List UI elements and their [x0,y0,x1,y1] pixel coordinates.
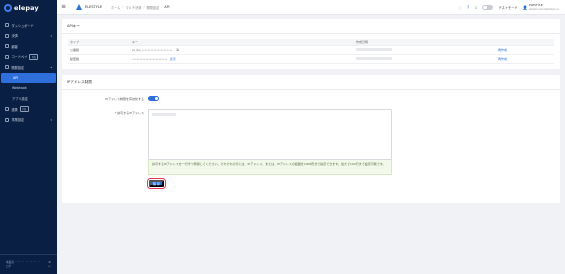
help-icon[interactable]: ? [467,5,469,10]
header-actions: ◌ ? ⇩ テストモード 👤 ELESTYLE elestyle-xxxxx@e… [458,3,561,12]
allowed-ip-textarea[interactable] [148,109,392,160]
footer-line: ログ [6,264,12,268]
menu-icon[interactable]: ≡ [61,4,66,10]
allowed-ip-label: * 許可するIPアドレス [114,111,144,115]
blurred-value [356,48,392,51]
column-header: タイプ [70,39,80,44]
sidebar-item-label: 顧客 [11,44,18,49]
api-key-table: タイプ キー 作成日時 公開鍵 pk_live_••••••••••••••••… [68,39,554,64]
save-button[interactable]: 保 存 [149,180,164,187]
sidebar-item-business-settings[interactable]: 事業設定 ▾ [0,115,57,126]
sidebar-item-developer[interactable]: 開発設定 ▴ [0,62,57,73]
breadcrumb-separator: / [143,5,145,9]
blurred-value [152,112,176,116]
download-icon[interactable]: ⇩ [474,5,477,10]
breadcrumb-current: API [164,5,170,9]
sidebar-item-label: Webhook [12,86,27,91]
breadcrumb-separator: / [122,5,124,9]
column-header: 作成日時 [356,39,369,44]
key-value: •••••••••••••••••••••••• [132,56,168,61]
ip-restriction-switch[interactable] [148,96,159,101]
integration-icon [5,107,9,112]
beta-badge: β版 [19,106,29,113]
sidebar-item-app-settings[interactable]: アプリ設定 [0,94,57,105]
business-settings-icon [5,117,9,122]
sidebar-item-label: ダッシュボード [11,23,34,28]
key-type: 公開鍵 [70,47,80,52]
regenerate-link[interactable]: 再作成 [498,48,507,52]
user-info: ELESTYLE elestyle-xxxxx@elestyle.xx... [529,4,561,11]
sidebar-item-label: API [13,75,19,80]
sidebar-item-label: コードペイ [11,55,28,60]
copy-icon[interactable]: ⧉ [176,48,179,52]
sidebar-nav: ダッシュボード 決済 ▾ 顧客 コードペイ β版 開発設定 ▴ API Webh… [0,20,57,125]
key-value-cell: •••••••••••••••••••••••• 表示 [132,57,176,61]
ip-restriction-card: IPアドレス制限 IPアドレス制限を有効化する * 許可するIPアドレス 許可す… [62,75,560,203]
sidebar-item-label: 連携 [11,107,18,112]
card-divider [62,33,560,34]
sidebar: elepay ダッシュボード 決済 ▾ 顧客 コードペイ β版 開発設定 ▴ A… [0,0,57,274]
regenerate-link[interactable]: 再作成 [498,57,507,61]
sidebar-item-label: 開発設定 [11,65,25,70]
card-divider [62,89,560,90]
card-title: IPアドレス制限 [67,80,92,84]
notification-icon[interactable]: ◌ [458,5,462,10]
column-header: キー [132,39,139,44]
key-value: pk_live_••••••••••••••••••••• [132,47,173,52]
logo-text: elepay [14,4,39,12]
elepay-logo[interactable]: elepay [4,3,39,13]
api-key-card: APIキー タイプ キー 作成日時 公開鍵 pk_live_••••••••••… [62,19,560,69]
show-key-link[interactable]: 表示 [170,57,176,61]
sidebar-item-customer[interactable]: 顧客 [0,41,57,52]
table-row: 公開鍵 pk_live_••••••••••••••••••••• ⧉ 再作成 [68,46,554,55]
breadcrumb-separator: / [161,5,163,9]
breadcrumb-item[interactable]: マルチ決済 [126,5,142,10]
user-icon: 👤 [522,4,528,10]
payment-icon [5,33,9,38]
sidebar-item-label: アプリ設定 [12,97,28,102]
footer-line: 事業者 ・・・・・・・・・・ [6,261,41,264]
logout-icon[interactable]: ↩ [48,264,51,268]
test-mode-toggle[interactable] [482,5,494,10]
sidebar-item-label: 決済 [11,34,18,39]
enable-ip-restriction-label: IPアドレス制限を有効化する [105,97,144,101]
sidebar-item-integration[interactable]: 連携 β版 [0,104,57,115]
sidebar-item-payment[interactable]: 決済 ▾ [0,31,57,42]
developer-icon [5,65,9,70]
ip-help-note: 許可するIPアドレスを一行ずつ登録してください。それぞれの行には、IPアドレス、… [148,160,392,175]
elepay-logo-mark [4,4,12,12]
sidebar-item-label: 事業設定 [11,118,25,123]
test-mode-label: テストモード [498,6,518,10]
dashboard-icon [5,23,9,28]
key-type: 秘密鍵 [70,56,80,61]
chevron-down-icon: ▾ [50,117,52,122]
breadcrumb-item[interactable]: ホーム [111,5,120,10]
sidebar-item-dashboard[interactable]: ダッシュボード [0,20,57,31]
chevron-down-icon: ▾ [50,33,52,38]
blurred-value [356,57,392,60]
breadcrumb: ホーム / マルチ決済 / 開発設定 / API [111,5,169,10]
key-value-cell: pk_live_••••••••••••••••••••• ⧉ [132,48,179,52]
customer-icon [5,44,9,49]
sidebar-item-api[interactable]: API [1,72,56,83]
sidebar-item-webhook[interactable]: Webhook [0,83,57,94]
footer-icons: ⚙ ↩ [48,260,51,268]
merchant-logo-icon [76,4,83,10]
sidebar-item-codepay[interactable]: コードペイ β版 [0,52,57,63]
user-menu[interactable]: 👤 ELESTYLE elestyle-xxxxx@elestyle.xx... [522,4,561,11]
codepay-icon [5,54,9,59]
user-email: elestyle-xxxxx@elestyle.xx... [529,7,561,11]
chevron-up-icon: ▴ [50,65,52,70]
beta-badge: β版 [29,53,39,60]
top-header: ≡ ELESTYLE ホーム / マルチ決済 / 開発設定 / API ◌ ? … [57,0,565,15]
sidebar-footer: 事業者 ・・・・・・・・・・ ログ ⚙ ↩ [0,254,57,274]
footer-account: 事業者 ・・・・・・・・・・ ログ [6,261,41,268]
created-date [356,57,392,61]
table-row: 秘密鍵 •••••••••••••••••••••••• 表示 再作成 [68,55,554,64]
merchant-name[interactable]: ELESTYLE [85,5,102,9]
card-title: APIキー [67,24,80,28]
created-date [356,48,392,52]
breadcrumb-item[interactable]: 開発設定 [147,5,160,10]
